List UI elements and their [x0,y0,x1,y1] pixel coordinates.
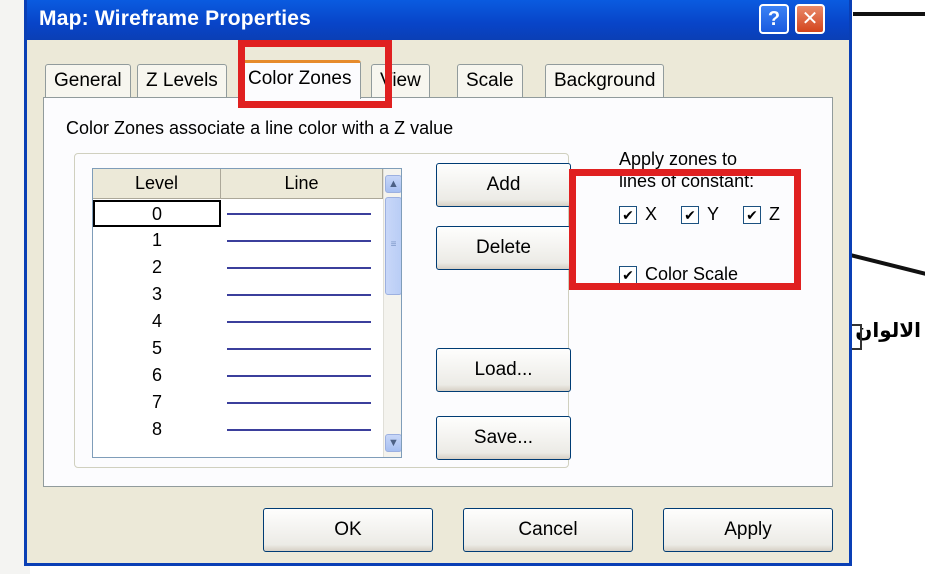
apply-button[interactable]: Apply [663,508,833,552]
checkbox-z[interactable]: ✔ [743,206,761,224]
axis-checkbox-row: ✔ X ✔ Y ✔ Z [619,204,839,228]
table-row[interactable]: 7 [93,389,383,416]
level-cell[interactable]: 1 [93,227,221,254]
delete-button[interactable]: Delete [436,226,571,270]
levels-grid[interactable]: Level Line 0 1 2 3 4 5 6 7 8 ▲ ≡ ▼ [92,168,402,458]
table-row[interactable]: 6 [93,362,383,389]
load-button[interactable]: Load... [436,348,571,392]
save-button[interactable]: Save... [436,416,571,460]
level-cell[interactable]: 0 [93,200,221,227]
checkbox-color-scale-label[interactable]: Color Scale [645,264,738,285]
arabic-label: الالوان [855,318,921,342]
column-header-level[interactable]: Level [93,169,221,199]
apply-zones-caption-line2: lines of constant: [619,171,755,191]
tab-background[interactable]: Background [545,64,665,98]
add-button[interactable]: Add [436,163,571,207]
line-swatch[interactable] [227,321,371,323]
panel-description: Color Zones associate a line color with … [66,118,454,138]
checkbox-z-label[interactable]: Z [769,204,780,225]
tab-panel-color-zones: Color Zones associate a line color with … [43,97,833,487]
checkbox-x[interactable]: ✔ [619,206,637,224]
line-swatch[interactable] [227,240,371,242]
line-swatch[interactable] [227,348,371,350]
table-row[interactable]: 2 [93,254,383,281]
grid-header: Level Line [93,169,383,199]
window-title: Map: Wireframe Properties [39,7,312,30]
tab-z-levels-label: Z Levels [146,70,218,91]
apply-zones-caption: Apply zones to lines of constant: [619,148,829,192]
line-swatch[interactable] [227,429,371,431]
table-row[interactable]: 0 [93,200,383,227]
properties-dialog: Map: Wireframe Properties ? ✕ General Z … [24,0,852,566]
close-icon: ✕ [801,8,819,30]
table-row[interactable]: 3 [93,281,383,308]
close-button[interactable]: ✕ [795,4,825,34]
level-cell[interactable]: 5 [93,335,221,362]
tab-view-label: View [380,70,421,91]
tab-strip: General Z Levels Color Zones View Scale … [45,60,845,99]
table-row[interactable]: 5 [93,335,383,362]
tab-z-levels[interactable]: Z Levels [137,64,227,98]
scroll-thumb[interactable]: ≡ [385,197,401,295]
ok-button[interactable]: OK [263,508,433,552]
table-row[interactable]: 4 [93,308,383,335]
slide-rule [853,12,925,16]
cancel-button[interactable]: Cancel [463,508,633,552]
color-scale-option: ✔ Color Scale [619,264,839,288]
scroll-down-icon[interactable]: ▼ [385,434,401,452]
line-swatch[interactable] [227,294,371,296]
level-cell[interactable]: 4 [93,308,221,335]
level-cell[interactable]: 6 [93,362,221,389]
tab-scale[interactable]: Scale [457,64,523,98]
tab-general-label: General [54,70,122,91]
line-swatch[interactable] [227,375,371,377]
grid-scrollbar[interactable]: ▲ ≡ ▼ [383,169,401,457]
background-arabic-text: الالوان [850,318,925,358]
checkbox-color-scale[interactable]: ✔ [619,266,637,284]
line-swatch[interactable] [227,267,371,269]
line-swatch[interactable] [227,213,371,215]
checkbox-y-label[interactable]: Y [707,204,719,225]
checkbox-y[interactable]: ✔ [681,206,699,224]
scroll-up-icon[interactable]: ▲ [385,175,401,193]
help-icon: ? [767,8,781,30]
level-cell[interactable]: 8 [93,416,221,443]
tab-color-zones[interactable]: Color Zones [239,60,361,99]
line-swatch[interactable] [227,402,371,404]
level-cell[interactable]: 3 [93,281,221,308]
tab-view[interactable]: View [371,64,430,98]
table-row[interactable]: 1 [93,227,383,254]
column-header-line[interactable]: Line [221,169,383,199]
help-button[interactable]: ? [759,4,789,34]
table-row[interactable]: 8 [93,416,383,443]
level-cell[interactable]: 7 [93,389,221,416]
tab-color-zones-label: Color Zones [248,68,352,89]
tab-background-label: Background [554,70,656,91]
apply-zones-caption-line1: Apply zones to [619,149,738,169]
tab-general[interactable]: General [45,64,131,98]
level-cell[interactable]: 2 [93,254,221,281]
title-bar[interactable]: Map: Wireframe Properties ? ✕ [27,0,849,40]
tab-scale-label: Scale [466,70,514,91]
checkbox-x-label[interactable]: X [645,204,657,225]
